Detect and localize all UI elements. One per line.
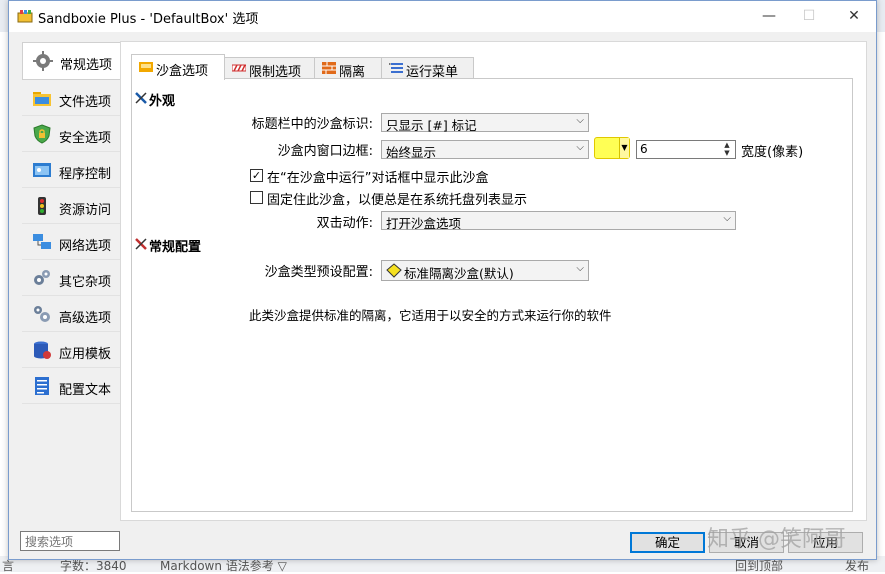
network-icon: [33, 234, 51, 249]
preset-description: 此类沙盒提供标准的隔离，它适用于以安全的方式来运行你的软件: [249, 308, 612, 323]
sidebar-item-resource-access[interactable]: 资源访问: [22, 188, 120, 224]
sidebar-item-files[interactable]: 文件选项: [22, 80, 120, 116]
options-category-list: 常规选项 文件选项 安全选项 程序控制 资源访问 网络选项 其它杂项 高级选项 …: [22, 42, 120, 404]
menu-icon: [389, 63, 403, 73]
options-dialog: Sandboxie Plus - 'DefaultBox' 选项 — ☐ ✕ 常…: [8, 0, 877, 560]
sandboxie-app-icon: [17, 10, 33, 23]
database-icon: [34, 341, 51, 359]
window-title: Sandboxie Plus - 'DefaultBox' 选项: [38, 12, 259, 27]
options-main-panel: 沙盒选项 限制选项 隔离 运行菜单 外观 标题栏中的沙盒标识: 只显示 [#] …: [120, 41, 867, 521]
tab-restrictions[interactable]: 限制选项: [224, 57, 315, 80]
ok-button[interactable]: 确定: [630, 532, 705, 553]
sidebar-item-label: 资源访问: [59, 203, 112, 218]
spin-arrows-icon[interactable]: ▲ ▼: [721, 141, 733, 157]
sidebar-item-config-text[interactable]: 配置文本: [22, 368, 120, 404]
double-click-select[interactable]: 打开沙盒选项 ⌵: [381, 211, 736, 231]
tab-run-menu[interactable]: 运行菜单: [381, 57, 474, 80]
preset-value: 标准隔离沙盒(默认): [404, 266, 514, 281]
double-click-label: 双击动作:: [316, 216, 373, 231]
text-doc-icon: [35, 377, 49, 395]
title-marker-label: 标题栏中的沙盒标识:: [251, 117, 373, 132]
appearance-section-title: 外观: [149, 94, 176, 109]
gear-icon: [33, 51, 53, 71]
chevron-down-icon: ⌵: [576, 142, 584, 153]
wall-icon: [322, 62, 336, 74]
gears-advanced-icon: [34, 306, 50, 322]
chevron-down-icon: ⌵: [723, 213, 731, 224]
traffic-light-icon: [38, 197, 46, 215]
gears-icon: [34, 270, 50, 285]
tab-label: 沙盒选项: [156, 64, 209, 79]
chevron-down-icon: ⌵: [576, 115, 584, 126]
restriction-icon: [232, 64, 246, 72]
border-width-value: 6: [640, 142, 648, 156]
close-button[interactable]: ✕: [834, 1, 874, 32]
show-in-run-dialog-checkbox[interactable]: ✓: [250, 169, 263, 182]
sidebar-item-label: 应用模板: [59, 347, 112, 362]
sidebar-item-label: 配置文本: [59, 383, 112, 398]
sidebar-item-network[interactable]: 网络选项: [22, 224, 120, 260]
general-config-section-title: 常规配置: [149, 240, 202, 255]
border-label: 沙盒内窗口边框:: [277, 144, 373, 159]
show-in-run-dialog-label: 在“在沙盒中运行”对话框中显示此沙盒: [267, 171, 489, 186]
search-options-box[interactable]: [20, 531, 121, 551]
sidebar-item-label: 高级选项: [59, 311, 112, 326]
preset-select[interactable]: 标准隔离沙盒(默认) ⌵: [381, 260, 589, 281]
shield-icon: [33, 124, 51, 144]
double-click-value: 打开沙盒选项: [386, 216, 462, 231]
sidebar-item-label: 安全选项: [59, 131, 112, 146]
sidebar-item-label: 程序控制: [59, 167, 112, 182]
search-input[interactable]: [23, 533, 121, 551]
chevron-down-icon: ▼: [619, 138, 629, 158]
sidebar-item-security[interactable]: 安全选项: [22, 116, 120, 152]
sidebar-item-label: 其它杂项: [59, 275, 112, 290]
title-marker-select[interactable]: 只显示 [#] 标记 ⌵: [381, 113, 589, 133]
border-select[interactable]: 始终显示 ⌵: [381, 140, 589, 160]
sidebar-item-general[interactable]: 常规选项: [22, 42, 120, 80]
title-marker-value: 只显示 [#] 标记: [386, 118, 477, 133]
watermark-text: 知乎 @笑阿哥: [707, 527, 846, 552]
pin-to-tray-checkbox[interactable]: [250, 191, 263, 204]
sidebar-item-misc[interactable]: 其它杂项: [22, 260, 120, 296]
border-color-button[interactable]: ▼: [594, 137, 630, 159]
sidebar-item-label: 常规选项: [60, 58, 113, 73]
sandbox-icon: [139, 62, 153, 72]
title-bar[interactable]: Sandboxie Plus - 'DefaultBox' 选项 — ☐ ✕: [9, 1, 876, 32]
app-window-icon: [33, 163, 51, 177]
sidebar-item-label: 文件选项: [59, 95, 112, 110]
sandbox-options-content: 外观 标题栏中的沙盒标识: 只显示 [#] 标记 ⌵ 沙盒内窗口边框: 始终显示…: [131, 78, 853, 512]
sidebar-item-templates[interactable]: 应用模板: [22, 332, 120, 368]
border-value: 始终显示: [386, 145, 437, 160]
border-width-spinbox[interactable]: 6 ▲ ▼: [636, 140, 736, 159]
sidebar-item-label: 网络选项: [59, 239, 112, 254]
tab-sandbox-options[interactable]: 沙盒选项: [131, 54, 225, 80]
tools-config-icon: [135, 238, 147, 250]
sidebar-item-advanced[interactable]: 高级选项: [22, 296, 120, 332]
shield-preset-icon: [386, 263, 402, 278]
sidebar-item-program-control[interactable]: 程序控制: [22, 152, 120, 188]
preset-label: 沙盒类型预设配置:: [264, 265, 373, 280]
tools-icon: [135, 92, 147, 104]
tab-isolation[interactable]: 隔离: [314, 57, 382, 80]
border-width-unit: 宽度(像素): [741, 145, 804, 160]
chevron-down-icon: ⌵: [576, 263, 584, 274]
maximize-button: ☐: [802, 8, 816, 24]
minimize-button[interactable]: —: [749, 1, 789, 32]
pin-to-tray-label: 固定住此沙盒，以便总是在系统托盘列表显示: [267, 193, 528, 208]
folder-icon: [33, 92, 51, 106]
